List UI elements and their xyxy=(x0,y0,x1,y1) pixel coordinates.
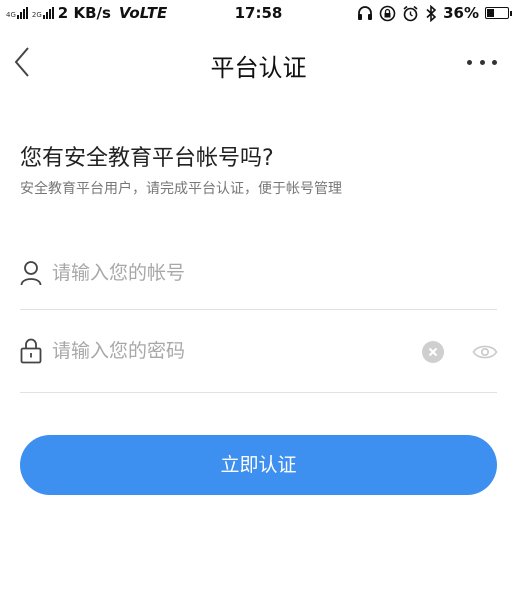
signal-group-2: 2G xyxy=(32,7,54,19)
account-divider xyxy=(20,309,497,310)
status-left: 4G 2G 2 KB/s VoLTE xyxy=(6,4,167,22)
signal-group-1: 4G xyxy=(6,7,28,19)
network-type-1: 4G xyxy=(6,11,16,19)
volte-indicator: VoLTE xyxy=(118,4,168,22)
status-right: 36% xyxy=(357,4,512,22)
network-speed: 2 KB/s xyxy=(57,4,111,22)
rotation-lock-icon xyxy=(379,5,396,21)
more-button[interactable] xyxy=(467,48,497,76)
account-field xyxy=(20,252,497,296)
eye-icon xyxy=(472,345,498,359)
network-type-2: 2G xyxy=(31,11,42,19)
user-icon xyxy=(20,261,42,286)
more-horizontal-icon xyxy=(467,59,497,65)
bluetooth-icon xyxy=(426,4,437,22)
submit-button[interactable]: 立即认证 xyxy=(20,435,497,495)
chevron-left-icon xyxy=(14,47,29,77)
auth-screen: 4G 2G 2 KB/s VoLTE 17:58 36% 平台认证 您有安全教育… xyxy=(0,0,517,599)
question-heading: 您有安全教育平台帐号吗? xyxy=(20,146,274,171)
status-bar: 4G 2G 2 KB/s VoLTE 17:58 36% xyxy=(0,0,517,30)
battery-icon xyxy=(485,7,512,19)
toggle-visibility-button[interactable] xyxy=(472,342,498,362)
password-input[interactable] xyxy=(52,336,412,366)
signal-bars-icon xyxy=(42,7,54,19)
back-button[interactable] xyxy=(10,44,40,80)
signal-bars-icon xyxy=(16,7,28,19)
headphones-icon xyxy=(358,6,373,20)
password-field xyxy=(20,330,498,374)
nav-bar: 平台认证 xyxy=(0,34,517,90)
lock-icon xyxy=(20,338,42,364)
clear-icon xyxy=(428,347,438,357)
password-divider xyxy=(20,392,497,393)
alarm-icon xyxy=(403,5,418,21)
page-title: 平台认证 xyxy=(210,54,307,82)
account-input[interactable] xyxy=(52,258,412,288)
battery-percent: 36% xyxy=(443,4,479,22)
question-subheading: 安全教育平台用户，请完成平台认证，便于帐号管理 xyxy=(20,181,342,197)
clear-password-button[interactable] xyxy=(422,341,444,363)
